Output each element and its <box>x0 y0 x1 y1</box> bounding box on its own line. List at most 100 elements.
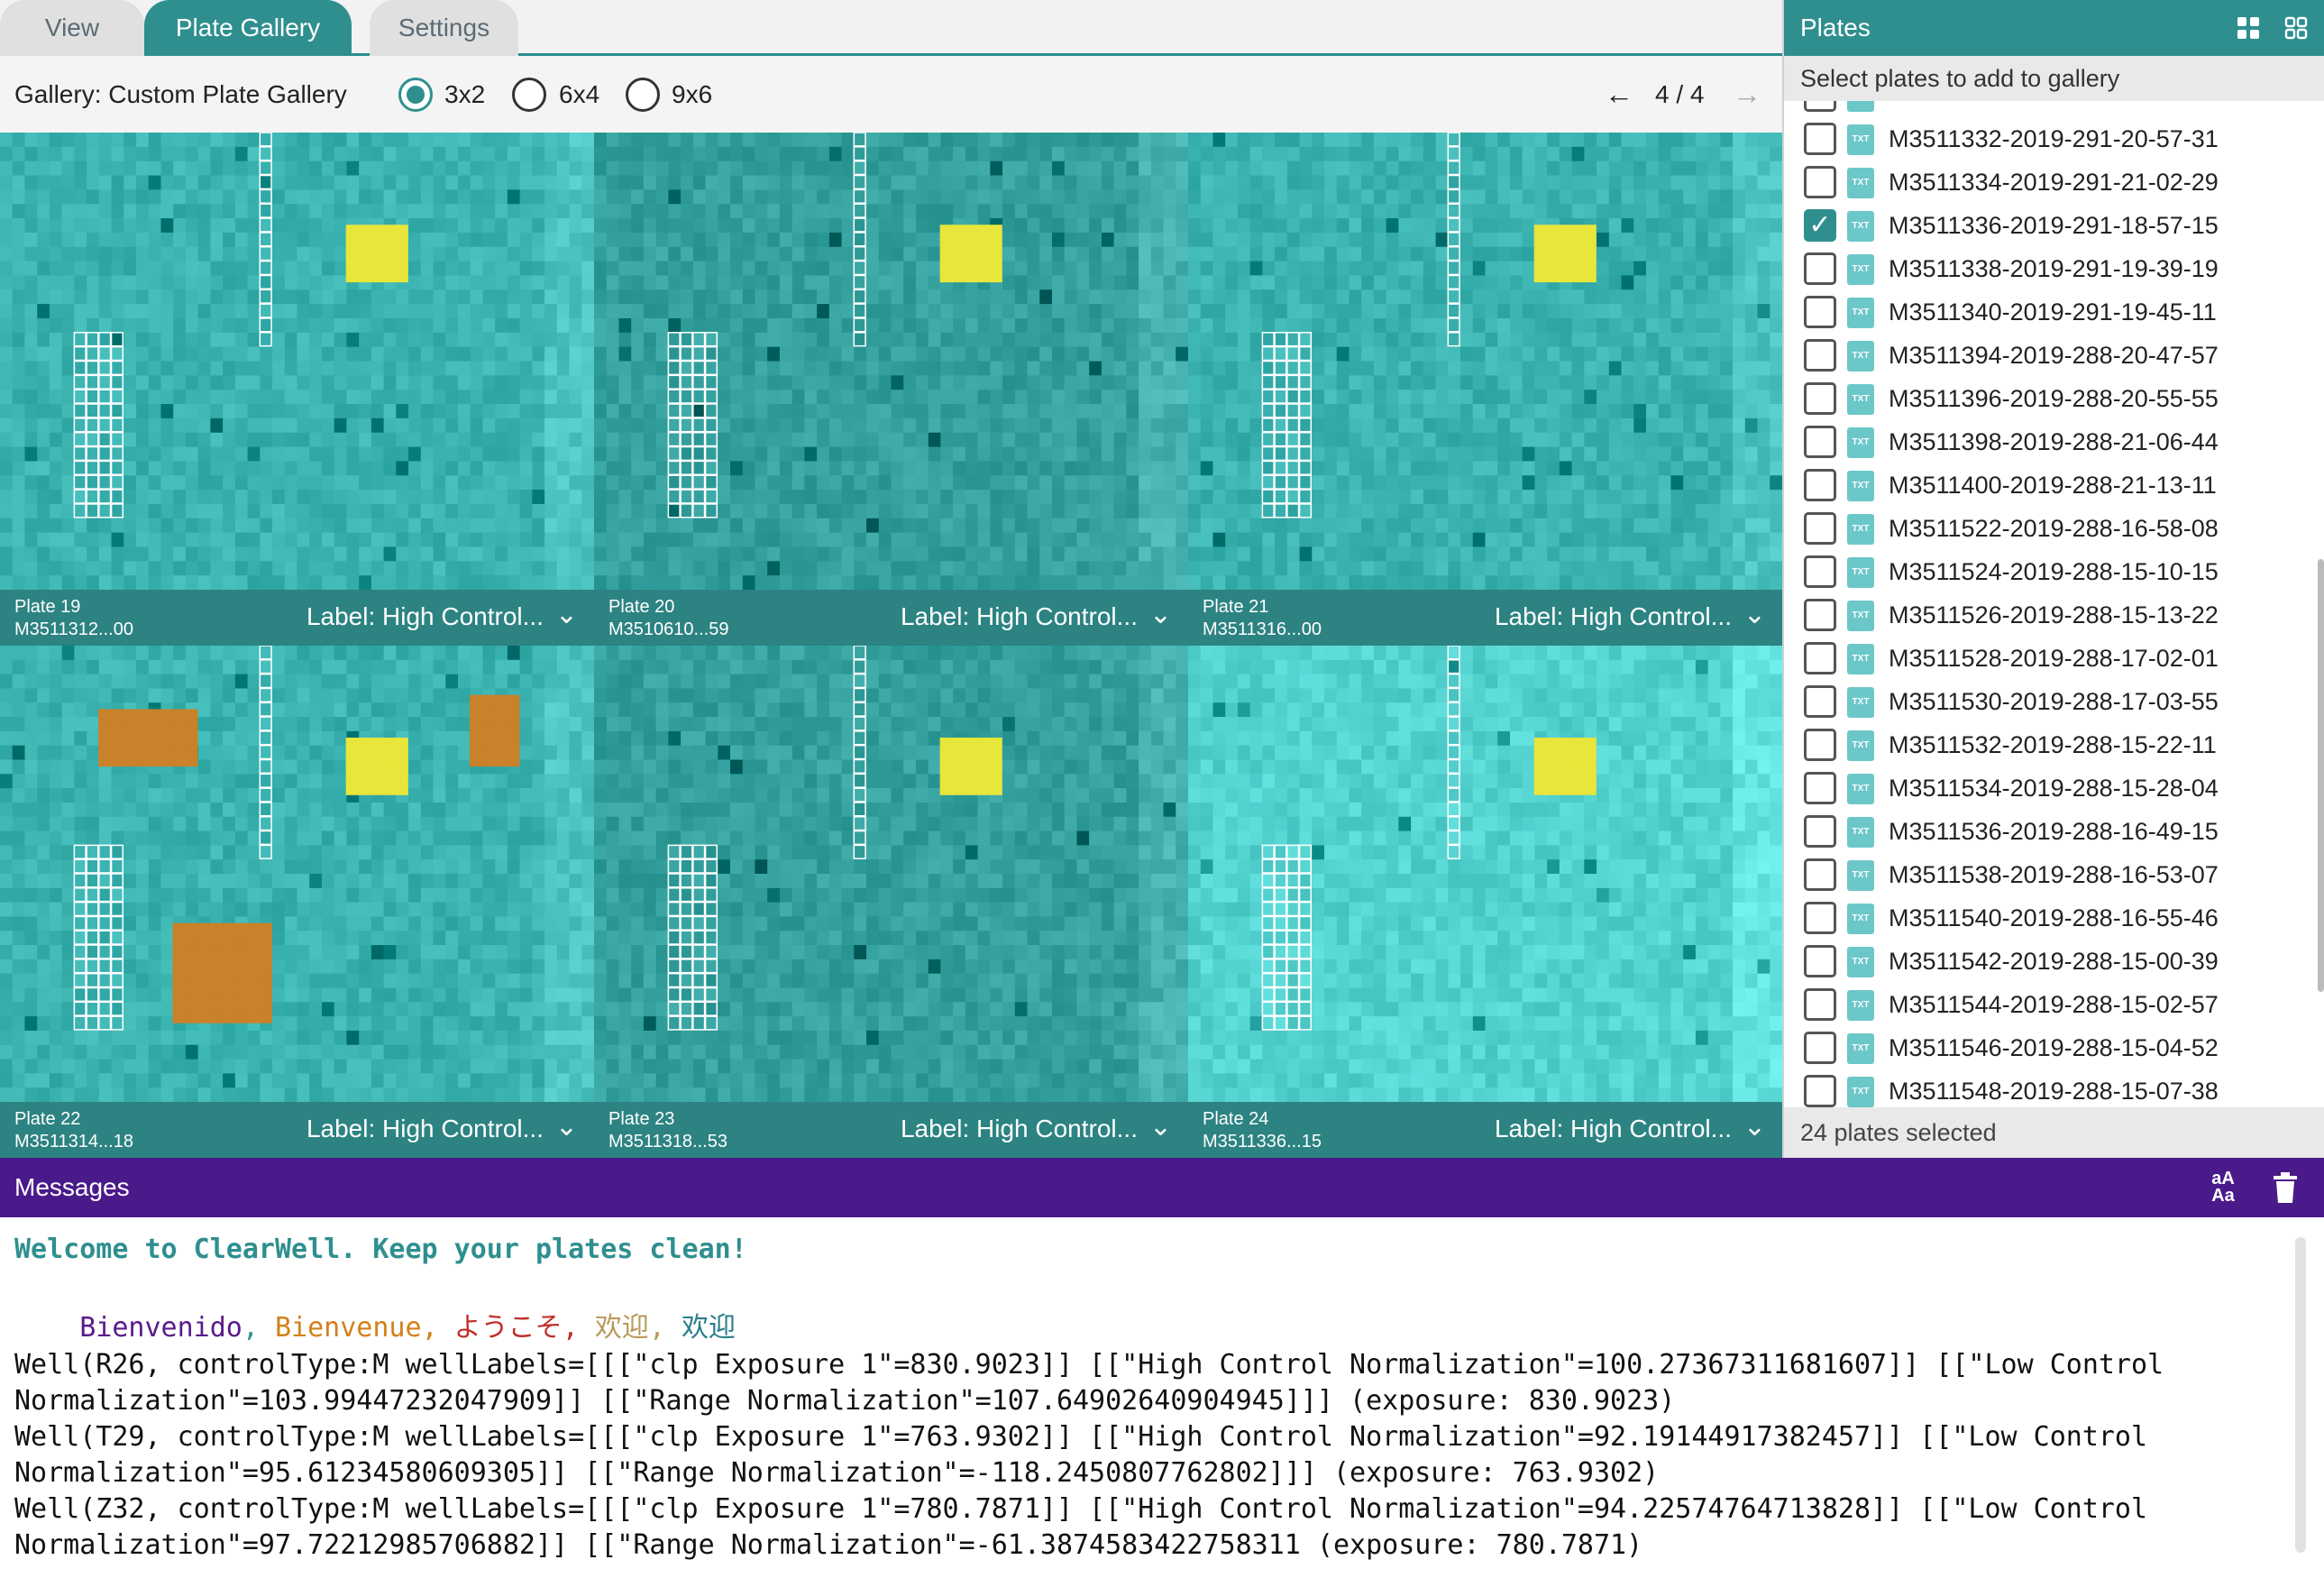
heatmap-well <box>160 261 174 277</box>
heatmap-well <box>470 503 484 519</box>
layout-radio-3x2[interactable] <box>398 78 433 112</box>
plate-cell[interactable]: Plate 20 M3510610...59 Label: High Contr… <box>594 133 1188 646</box>
heatmap-well <box>1423 575 1437 590</box>
next-page-icon[interactable]: → <box>1733 56 1761 133</box>
heatmap-well <box>828 575 843 590</box>
heatmap-well <box>828 232 843 248</box>
heatmap-well <box>284 361 298 376</box>
heatmap-well <box>12 503 26 519</box>
heatmap-well <box>1597 375 1610 390</box>
heatmap-well <box>457 490 471 505</box>
layout-label-9x6[interactable]: 9x6 <box>672 56 712 133</box>
heatmap-well <box>1633 304 1647 319</box>
heatmap-well <box>804 204 818 219</box>
heatmap-well <box>1460 161 1474 177</box>
heatmap-well <box>1707 317 1721 334</box>
prev-page-icon[interactable]: ← <box>1605 56 1633 133</box>
heatmap-well <box>779 361 793 376</box>
heatmap-well <box>1757 317 1770 334</box>
heatmap-well <box>1770 232 1782 248</box>
heatmap-well <box>1522 204 1536 219</box>
heatmap-well <box>1707 546 1721 562</box>
heatmap-well <box>148 332 162 348</box>
heatmap-well <box>49 246 63 262</box>
marker-well-yellow <box>965 225 978 240</box>
tab-view[interactable]: View <box>0 0 144 56</box>
plate-cell[interactable]: Plate 21 M3511316...00 Label: High Contr… <box>1188 133 1782 646</box>
tab-settings[interactable]: Settings <box>370 0 518 56</box>
plate-label-dropdown[interactable]: Label: High Control... <box>307 602 544 631</box>
heatmap-well <box>742 532 756 548</box>
heatmap-well <box>1249 204 1263 219</box>
heatmap-well <box>0 346 14 362</box>
heatmap-well <box>24 404 38 419</box>
layout-label-3x2[interactable]: 3x2 <box>444 56 485 133</box>
heatmap-well <box>185 261 199 277</box>
heatmap-well <box>1522 546 1536 562</box>
plate-heatmap[interactable] <box>0 646 594 1102</box>
heatmap-well <box>334 417 348 434</box>
heatmap-well <box>854 503 867 519</box>
heatmap-well <box>1076 575 1090 590</box>
heatmap-well <box>779 204 793 219</box>
heatmap-well <box>1411 390 1424 405</box>
heatmap-well <box>1361 446 1375 462</box>
heatmap-well <box>940 475 954 491</box>
heatmap-well <box>1645 189 1660 205</box>
heatmap-well <box>1237 561 1251 576</box>
plate-cell[interactable]: Plate 19 M3511312...00 Label: High Contr… <box>0 133 594 646</box>
heatmap-well <box>953 461 966 476</box>
plate-heatmap[interactable] <box>1188 133 1782 590</box>
heatmap-well <box>1312 133 1325 148</box>
heatmap-well <box>247 432 261 448</box>
heatmap-well <box>334 246 348 262</box>
plate-label-dropdown[interactable]: Label: High Control... <box>1495 602 1732 631</box>
heatmap-well <box>1485 317 1498 334</box>
heatmap-well <box>495 461 508 476</box>
heatmap-well <box>1212 218 1226 234</box>
heatmap-well <box>581 561 594 576</box>
heatmap-well <box>1597 575 1610 590</box>
heatmap-well <box>24 189 38 205</box>
chevron-down-icon[interactable]: ⌄ <box>555 599 578 630</box>
heatmap-well <box>1448 390 1461 405</box>
chevron-down-icon[interactable]: ⌄ <box>1149 599 1172 630</box>
heatmap-well <box>1522 432 1536 448</box>
heatmap-well <box>1757 289 1770 305</box>
tab-plate-gallery[interactable]: Plate Gallery <box>144 0 352 56</box>
heatmap-well <box>631 390 645 405</box>
heatmap-well <box>953 503 966 519</box>
heatmap-well <box>49 332 63 348</box>
heatmap-well <box>878 546 892 562</box>
heatmap-well <box>817 275 830 290</box>
layout-label-6x4[interactable]: 6x4 <box>559 56 599 133</box>
heatmap-well <box>223 432 236 448</box>
heatmap-well <box>1559 390 1573 405</box>
heatmap-well <box>457 404 471 419</box>
heatmap-well <box>668 161 682 177</box>
heatmap-well <box>1249 275 1263 290</box>
heatmap-well <box>643 417 657 434</box>
heatmap-well <box>841 561 855 576</box>
heatmap-well <box>247 390 261 405</box>
heatmap-well <box>544 175 558 190</box>
plate-cell[interactable]: Plate 22 M3511314...18 Label: High Contr… <box>0 646 594 1158</box>
heatmap-well <box>1225 346 1239 362</box>
heatmap-well <box>1386 561 1399 576</box>
heatmap-well <box>1139 446 1152 462</box>
heatmap-well <box>383 561 397 576</box>
layout-radio-9x6[interactable] <box>626 78 660 112</box>
heatmap-well <box>1312 518 1325 534</box>
heatmap-well <box>581 133 594 148</box>
layout-radio-6x4[interactable] <box>512 78 546 112</box>
chevron-down-icon[interactable]: ⌄ <box>1743 599 1766 630</box>
plate-heatmap[interactable] <box>594 133 1188 590</box>
heatmap-well <box>841 575 855 590</box>
plate-heatmap[interactable] <box>0 133 594 590</box>
heatmap-well <box>1633 204 1647 219</box>
heatmap-well <box>1497 289 1511 305</box>
heatmap-well <box>1237 475 1251 491</box>
heatmap-well <box>284 304 298 319</box>
plate-label-dropdown[interactable]: Label: High Control... <box>901 602 1138 631</box>
heatmap-well <box>507 346 521 362</box>
